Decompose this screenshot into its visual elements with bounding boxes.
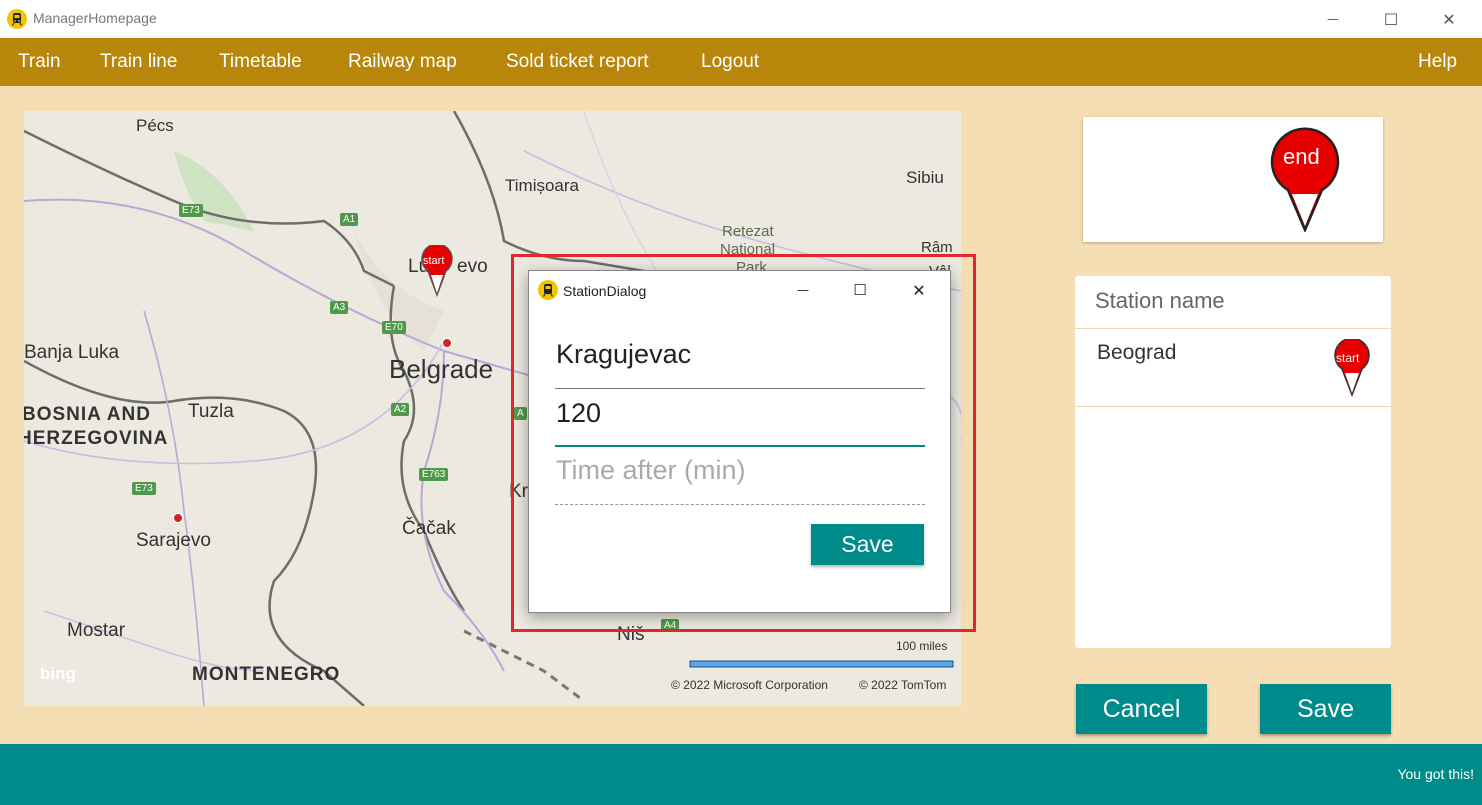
minimize-icon: — (1327, 12, 1339, 26)
dialog-save-button[interactable]: Save (811, 524, 924, 565)
map-start-marker[interactable]: start (420, 243, 454, 298)
dialog-title: StationDialog (563, 283, 647, 299)
city-dot-belgrade (442, 338, 452, 348)
menu-item-train-line[interactable]: Train line (100, 51, 177, 73)
end-pin-icon (1270, 127, 1340, 234)
save-button[interactable]: Save (1260, 684, 1391, 734)
map-label-herzegovina: HERZEGOVINA (24, 428, 169, 449)
map-attribution-microsoft: © 2022 Microsoft Corporation (671, 678, 828, 692)
maximize-button[interactable]: ☐ (1361, 0, 1421, 38)
map-label-sibiu: Sibiu (906, 168, 944, 187)
cancel-button[interactable]: Cancel (1076, 684, 1207, 734)
dialog-close-button[interactable]: ✕ (903, 277, 935, 303)
map-label-cacak: Čačak (402, 518, 456, 539)
end-marker-label: end (1283, 144, 1320, 169)
menu-item-help[interactable]: Help (1418, 51, 1457, 73)
close-icon: ✕ (912, 280, 926, 300)
maximize-icon: ☐ (853, 281, 867, 299)
time-after-underline (555, 504, 925, 505)
station-name-input[interactable]: Kragujevac (556, 339, 691, 370)
menu-item-timetable[interactable]: Timetable (219, 51, 302, 73)
map-label-timisoara: Timișoara (505, 176, 579, 195)
menu-item-train[interactable]: Train (18, 51, 61, 73)
road-shield-e73: E73 (179, 204, 203, 217)
map-scale-label: 100 miles (896, 639, 948, 653)
station-row-name: Beograd (1097, 341, 1177, 364)
start-pin-icon (1334, 337, 1370, 398)
map-start-marker-label: start (423, 255, 445, 267)
menu-item-railway-map[interactable]: Railway map (348, 51, 457, 73)
distance-input[interactable]: 120 (556, 398, 601, 429)
map-label-belgrade: Belgrade (389, 354, 494, 384)
map-label-novi-sad-right: evo (457, 256, 488, 277)
minimize-icon: — (797, 283, 809, 297)
map-label-mostar: Mostar (67, 620, 126, 641)
road-shield-a3: A3 (330, 301, 349, 314)
map-label-pecs: Pécs (136, 116, 174, 135)
road-shield-a2: A2 (391, 403, 410, 416)
menu-item-sold-ticket-report[interactable]: Sold ticket report (506, 51, 649, 73)
dialog-train-icon (538, 280, 558, 300)
city-dot-sarajevo (173, 513, 183, 523)
map-label-montenegro: MONTENEGRO (192, 664, 341, 685)
station-list-header: Station name (1095, 288, 1225, 313)
end-marker[interactable]: end (1270, 126, 1340, 234)
station-row-marker-label: start (1336, 351, 1360, 365)
menu-item-logout[interactable]: Logout (701, 51, 759, 73)
station-list: Station name Beograd start (1075, 276, 1391, 648)
time-after-input[interactable]: Time after (min) (556, 455, 746, 486)
close-button[interactable]: ✕ (1419, 0, 1479, 38)
map-label-sarajevo: Sarajevo (136, 530, 211, 551)
end-marker-panel: end (1083, 117, 1383, 242)
map-label-banja-luka: Banja Luka (24, 342, 120, 363)
road-shield-a1: A1 (340, 213, 359, 226)
dialog-maximize-button[interactable]: ☐ (844, 277, 876, 303)
window-titlebar (0, 0, 1482, 38)
bing-logo: bing (40, 664, 76, 684)
start-pin-icon (421, 243, 453, 298)
station-row-marker: start (1333, 337, 1371, 398)
status-message: You got this! (1397, 766, 1474, 782)
map-label-bosnia: BOSNIA AND (24, 404, 151, 425)
maximize-icon: ☐ (1383, 9, 1399, 29)
road-shield-e763: E763 (419, 468, 449, 481)
status-bar (0, 744, 1482, 805)
dialog-minimize-button[interactable]: — (787, 277, 819, 303)
distance-underline (555, 445, 925, 447)
map-label-retezat: Retezat (722, 223, 774, 240)
window-title: ManagerHomepage (33, 10, 157, 26)
station-list-row[interactable]: Beograd start (1075, 329, 1391, 407)
map-label-tuzla: Tuzla (188, 401, 234, 422)
bing-logo-text: bing (40, 664, 76, 683)
road-shield-e70: E70 (382, 321, 406, 334)
station-dialog: StationDialog — ☐ ✕ Kragujevac 120 Time … (528, 270, 951, 613)
train-app-icon (7, 9, 27, 29)
map-attribution-tomtom: © 2022 TomTom (859, 678, 947, 692)
road-shield-e73-south: E73 (132, 482, 156, 495)
minimize-button[interactable]: — (1303, 0, 1363, 38)
close-icon: ✕ (1442, 9, 1456, 29)
station-name-underline (555, 388, 925, 389)
